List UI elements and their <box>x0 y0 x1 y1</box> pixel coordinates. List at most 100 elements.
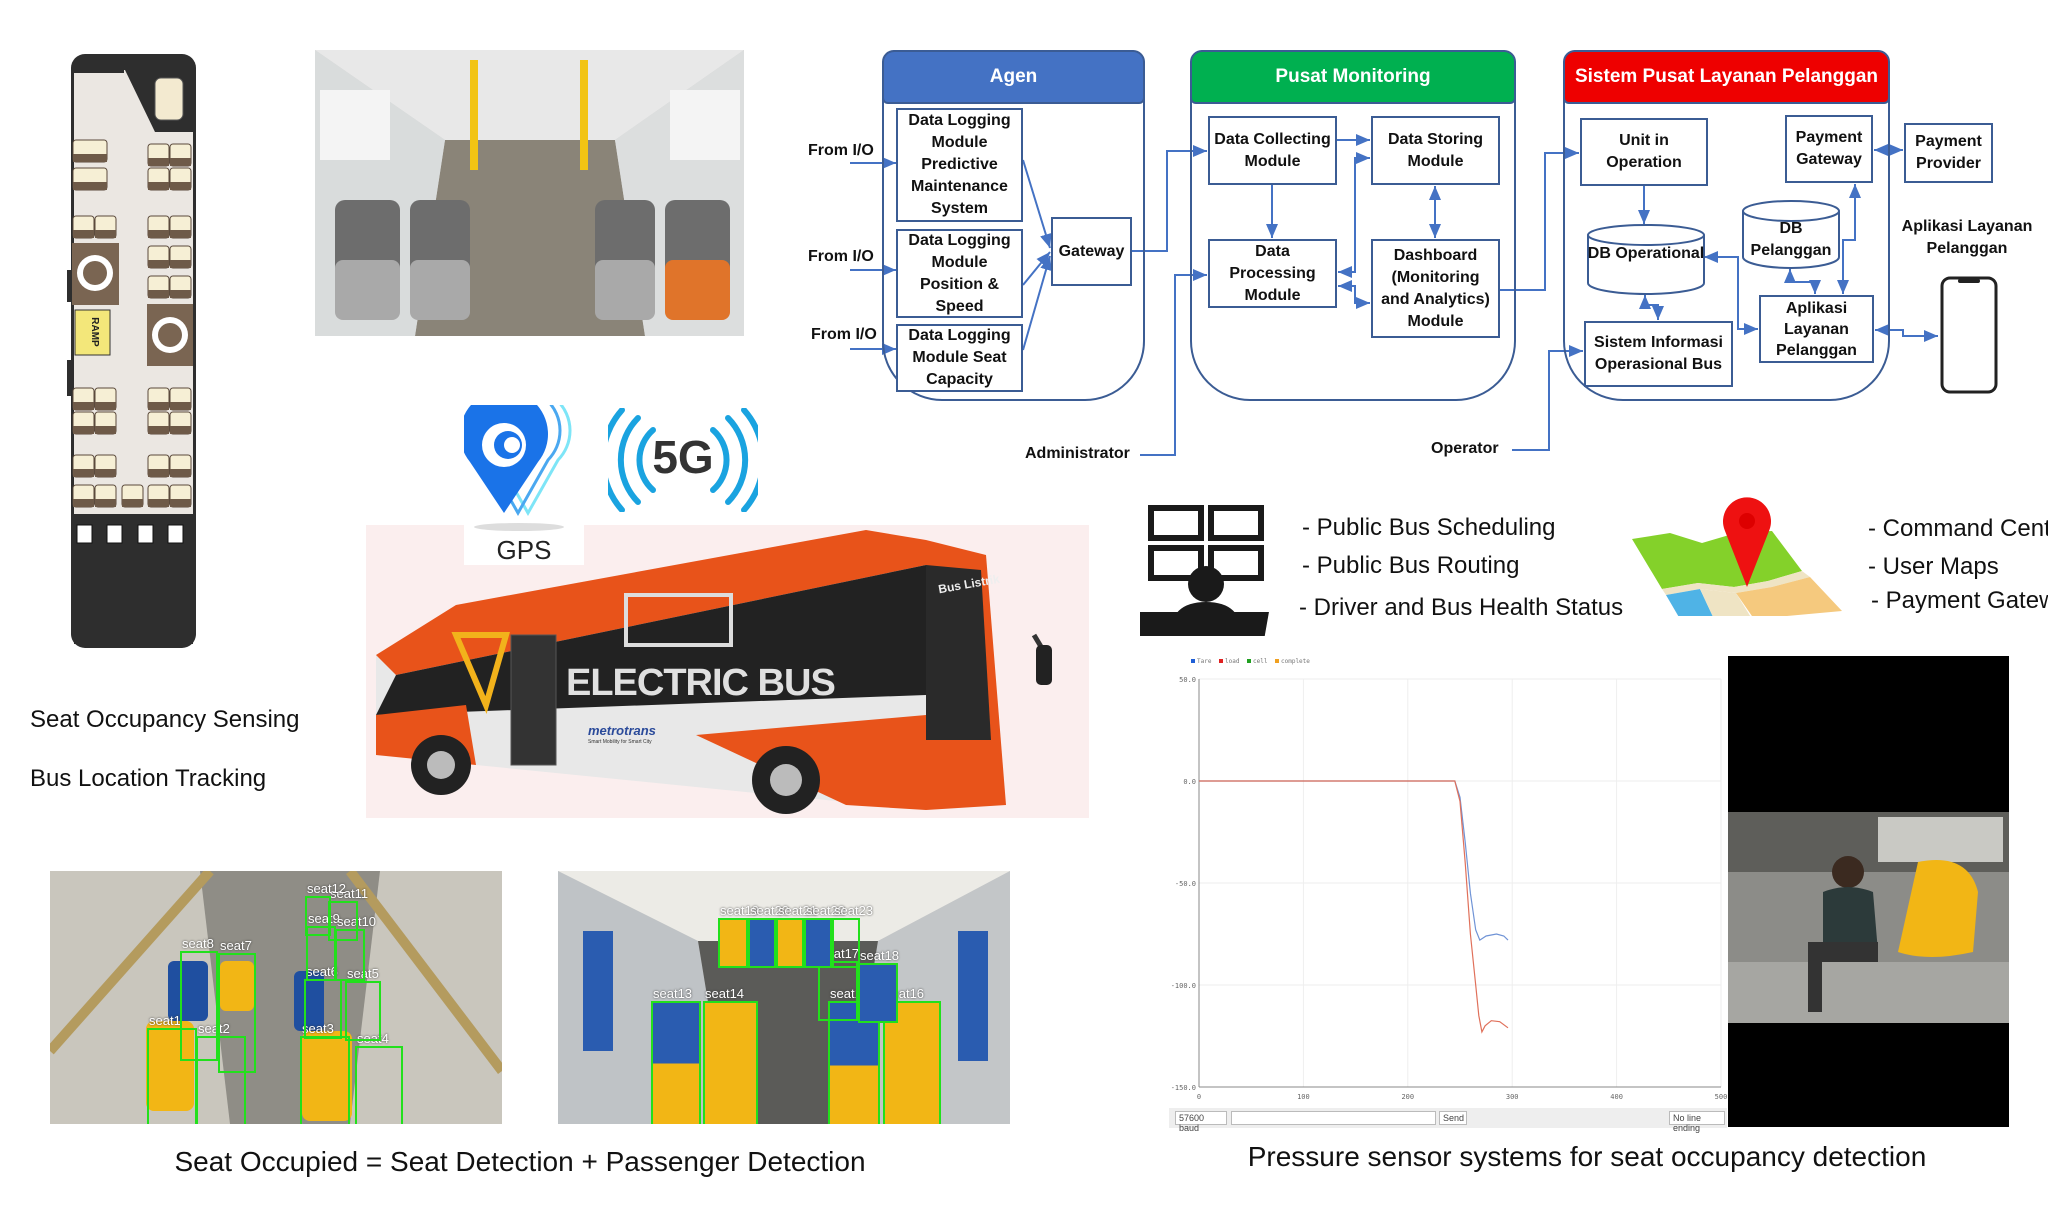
legend-swatch <box>1219 659 1223 663</box>
plotter-toolbar: 57600 baud Send No line ending <box>1169 1108 1727 1133</box>
feature-health-status: - Driver and Bus Health Status <box>1299 594 1624 621</box>
operator-label: Operator <box>1431 440 1499 457</box>
seat-box: seat14 <box>703 986 758 1124</box>
serial-plotter-window: 0 100 200 300 400 500 50.0 0.0 -50.0 -100.0 -150.0… <box>1169 653 1727 1133</box>
pressure-sensor-caption: Pressure sensor systems for seat occupan… <box>1247 1141 1927 1172</box>
predictive-maintenance-module: Data Logging Module Predictive Maintenan… <box>896 108 1023 222</box>
x-tick-label: 0 <box>1197 1093 1201 1101</box>
seat-box: seat11 <box>328 886 368 941</box>
5g-label: 5G <box>652 431 714 483</box>
siob-box: Sistem Informasi Operasional Bus <box>1584 321 1733 387</box>
seat-box: seat5 <box>345 966 381 1041</box>
gps-label: GPS <box>496 535 552 565</box>
seat-box: seat23 <box>832 903 873 968</box>
x-tick-label: 100 <box>1297 1093 1310 1101</box>
map-pin-icon <box>1632 497 1842 616</box>
pressure-sensor-demo-photo <box>1728 656 2009 1127</box>
seat-label: seat18 <box>860 948 900 963</box>
seat-box: seat20 <box>748 903 789 968</box>
y-tick-label: -50.0 <box>1175 880 1196 888</box>
seat-label: seat1 <box>149 1013 181 1028</box>
seat-box: seat22 <box>804 903 845 968</box>
seat-box: seat13 <box>651 986 701 1124</box>
data-collecting-module: Data Collecting Module <box>1208 116 1337 185</box>
legend-entry: complete <box>1281 658 1310 665</box>
seat-label: seat14 <box>705 986 745 1001</box>
pusat-monitoring-title: Pusat Monitoring <box>1190 50 1516 104</box>
seat-box: seat19 <box>718 903 759 968</box>
seat-detection-photo-right: seat13 seat14 seat15 seat16 seat17 seat1… <box>558 871 1010 1124</box>
x-tick-label: 300 <box>1506 1093 1519 1101</box>
seat-label: seat13 <box>653 986 693 1001</box>
aplikasi-layanan-box: Aplikasi Layanan Pelanggan <box>1759 295 1874 363</box>
series-line-tare <box>1199 780 1509 942</box>
seat-label: seat23 <box>834 903 874 918</box>
data-storing-module: Data Storing Module <box>1371 116 1500 185</box>
from-io-label-3: From I/O <box>811 326 877 343</box>
seat-label: seat12 <box>307 881 347 896</box>
legend-swatch <box>1275 659 1279 663</box>
feature-payment-gateway: - Payment Gateway <box>1871 587 2048 614</box>
electric-bus-photo: ELECTRIC BUS metrotrans Smart Mobility f… <box>366 525 1089 818</box>
y-tick-label: -100.0 <box>1171 982 1196 990</box>
x-tick-label: 400 <box>1610 1093 1623 1101</box>
baud-select[interactable]: 57600 baud <box>1175 1111 1227 1133</box>
unit-in-operation-box: Unit in Operation <box>1580 118 1708 186</box>
seat-label: seat8 <box>182 936 214 951</box>
feature-command-center: - Command Center <box>1868 515 2048 542</box>
from-io-label-2: From I/O <box>808 248 874 265</box>
position-speed-module: Data Logging Module Position & Speed <box>896 229 1023 318</box>
series-line-load <box>1199 780 1509 1034</box>
seat-box: seat3 <box>300 1021 350 1124</box>
administrator-label: Administrator <box>1025 445 1130 462</box>
y-tick-label: -150.0 <box>1171 1084 1196 1092</box>
gateway-box: Gateway <box>1051 217 1132 286</box>
from-io-label-1: From I/O <box>808 142 874 159</box>
seat-sensing-caption: Seat Occupancy Sensing <box>30 706 300 733</box>
legend-swatch <box>1247 659 1251 663</box>
sistem-layanan-title: Sistem Pusat Layanan Pelanggan <box>1563 50 1890 104</box>
legend-swatch <box>1191 659 1195 663</box>
smartphone-icon <box>1940 276 1998 394</box>
feature-scheduling: - Public Bus Scheduling <box>1302 514 1556 541</box>
agen-title: Agen <box>882 50 1145 104</box>
seat-capacity-module: Data Logging Module Seat Capacity <box>896 324 1023 392</box>
db-operational-label: DB Operational <box>1587 245 1705 262</box>
command-center-icon <box>1140 505 1269 636</box>
legend-entry: load <box>1225 658 1240 665</box>
seat-box: seat12 <box>305 881 346 936</box>
payment-gateway-box: Payment Gateway <box>1785 115 1873 183</box>
bus-livery-text: ELECTRIC BUS <box>566 662 836 704</box>
data-processing-module: Data Processing Module <box>1208 239 1337 308</box>
y-tick-label: 0.0 <box>1183 778 1196 786</box>
dashboard-module: Dashboard (Monitoring and Analytics) Mod… <box>1371 239 1500 338</box>
seat-occupied-caption: Seat Occupied = Seat Detection + Passeng… <box>174 1146 866 1177</box>
seat-box: seat8 <box>180 936 218 1061</box>
pressure-chart: 0 100 200 300 400 500 50.0 0.0 -50.0 -100.0 -150.0… <box>1171 658 1727 1101</box>
seat-box: seat18 <box>858 948 899 1023</box>
line-ending-select[interactable]: No line ending <box>1669 1111 1725 1133</box>
feature-routing: - Public Bus Routing <box>1302 552 1520 579</box>
db-pelanggan-label: DB Pelanggan <box>1750 220 1832 259</box>
seat-box: seat21 <box>776 903 817 968</box>
feature-user-maps: - User Maps <box>1868 553 1999 580</box>
legend-entry: Tare <box>1197 658 1212 665</box>
payment-provider-box: Payment Provider <box>1904 123 1993 183</box>
legend-entry: cell <box>1253 658 1268 665</box>
y-tick-label: 50.0 <box>1179 676 1196 684</box>
seat-label: seat7 <box>220 938 252 953</box>
pusat-monitoring-panel: Pusat Monitoring <box>1190 50 1516 401</box>
location-tracking-caption: Bus Location Tracking <box>30 765 267 792</box>
serial-input[interactable] <box>1231 1111 1436 1125</box>
bus-operator-logo: metrotrans <box>588 723 656 738</box>
seat-box: seat17 <box>818 946 859 1021</box>
seat-box: seat7 <box>218 938 256 1073</box>
seat-detection-photo-left: seat1 seat2 seat3 seat4 seat5 seat6 seat… <box>50 871 502 1124</box>
app-label: Aplikasi Layanan Pelanggan <box>1901 218 2033 257</box>
send-button[interactable]: Send <box>1439 1111 1467 1125</box>
x-tick-label: 200 <box>1401 1093 1414 1101</box>
seat-box: seat6 <box>304 964 342 1039</box>
bus-tagline: Smart Mobility for Smart City <box>588 739 652 745</box>
x-tick-label: 500 <box>1715 1093 1727 1101</box>
seat-box: seat4 <box>355 1031 403 1124</box>
